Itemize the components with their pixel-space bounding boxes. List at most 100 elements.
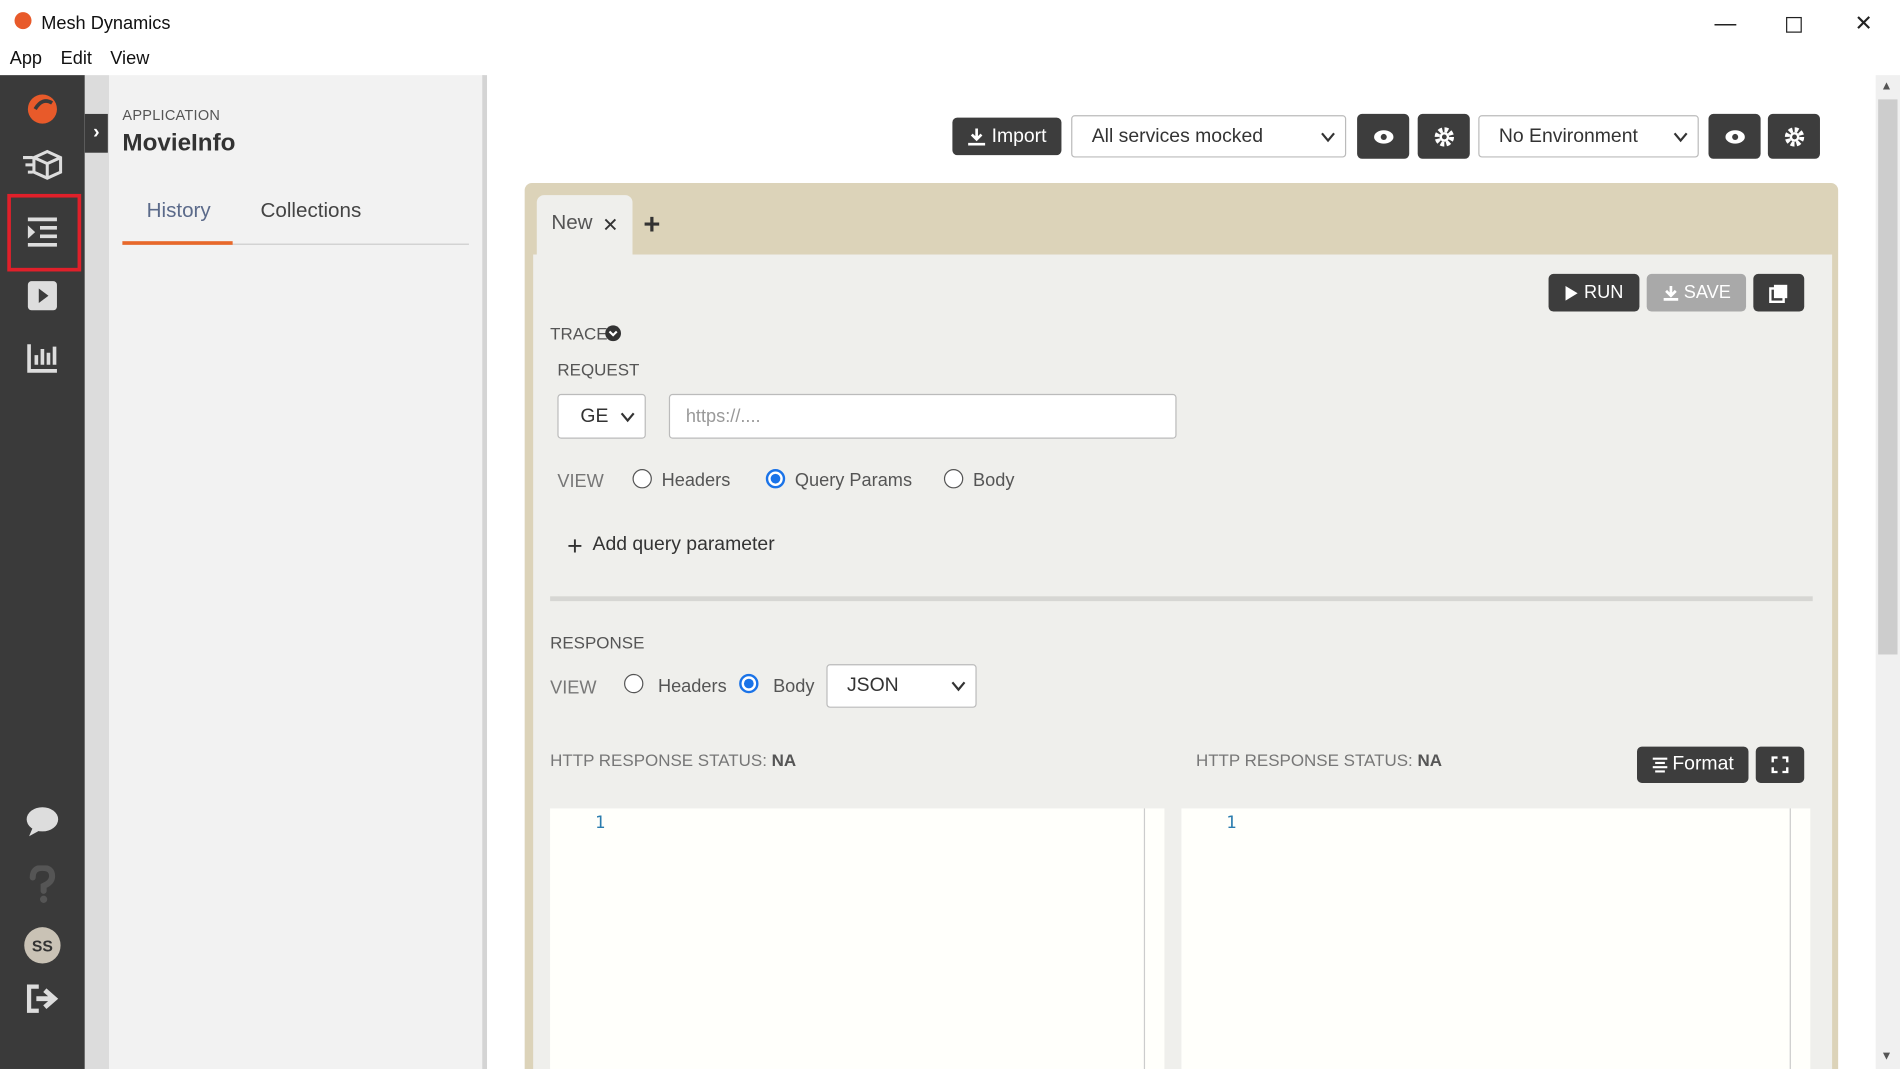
trace-label: TRACE: [550, 323, 608, 343]
tab-collections[interactable]: Collections: [261, 199, 362, 223]
response-status-right: HTTP RESPONSE STATUS: NA: [1196, 750, 1442, 769]
save-button[interactable]: SAVE: [1646, 273, 1747, 312]
chevron-down-icon: [620, 411, 635, 422]
menu-app[interactable]: App: [10, 48, 42, 69]
chat-bubble-icon[interactable]: [18, 797, 66, 845]
left-editor-line-number: 1: [594, 813, 606, 833]
gear-icon: [1434, 126, 1454, 147]
close-tab-icon[interactable]: ✕: [602, 213, 618, 237]
response-status-left-label: HTTP RESPONSE STATUS:: [550, 750, 767, 770]
download-icon: [1663, 285, 1678, 301]
user-avatar[interactable]: SS: [24, 927, 61, 964]
view-environment-button[interactable]: [1708, 113, 1761, 159]
response-view-headers-radio[interactable]: [624, 673, 644, 694]
import-icon: [968, 127, 986, 145]
app-logo-icon: [14, 12, 32, 30]
page-scroll-thumb[interactable]: [1878, 99, 1898, 655]
scroll-up-icon[interactable]: ▲: [1881, 80, 1893, 93]
expand-icon: [1771, 756, 1789, 774]
application-label: APPLICATION: [122, 106, 221, 124]
expand-panel-toggle[interactable]: ›: [84, 113, 108, 153]
import-label: Import: [991, 125, 1047, 147]
play-icon: [1565, 285, 1578, 300]
request-section-label: REQUEST: [557, 359, 640, 380]
format-label: Format: [1672, 753, 1734, 775]
eye-icon: [1724, 129, 1745, 144]
request-view-label: VIEW: [557, 471, 604, 493]
request-view-headers-radio[interactable]: [632, 469, 652, 489]
menu-view[interactable]: View: [110, 48, 149, 69]
import-button[interactable]: Import: [952, 117, 1062, 156]
gear-icon: [1784, 126, 1804, 147]
add-tab-icon[interactable]: +: [643, 208, 660, 242]
services-cube-icon[interactable]: [18, 141, 66, 189]
response-format-select[interactable]: JSON: [826, 664, 977, 708]
right-editor-scroll-edge: [1789, 808, 1791, 1069]
services-select[interactable]: All services mocked: [1071, 115, 1347, 158]
chevron-down-icon: [1321, 132, 1335, 142]
tab-history[interactable]: History: [147, 199, 211, 223]
title-bar: Mesh Dynamics — ✕: [0, 0, 1900, 47]
menu-bar: App Edit View: [0, 46, 1900, 75]
maximize-icon: [1785, 16, 1802, 33]
environment-settings-button[interactable]: [1767, 113, 1820, 159]
app-side-panel: [109, 75, 485, 1069]
add-query-parameter-button[interactable]: Add query parameter: [593, 534, 775, 556]
request-view-body-label: Body: [972, 470, 1015, 491]
url-placeholder: https://....: [685, 406, 761, 427]
response-format-value: JSON: [846, 675, 899, 696]
response-editor-right[interactable]: [1181, 808, 1811, 1069]
response-status-left-value: NA: [771, 750, 797, 770]
chevron-down-icon: [1673, 132, 1688, 142]
save-label: SAVE: [1683, 282, 1731, 303]
request-view-headers-label: Headers: [661, 470, 731, 491]
scroll-down-icon[interactable]: ▼: [1881, 1050, 1893, 1063]
view-services-button[interactable]: [1357, 113, 1410, 159]
environment-select-value: No Environment: [1498, 125, 1638, 147]
active-nav-highlight: [7, 193, 82, 272]
url-input[interactable]: https://....: [668, 393, 1177, 439]
menu-edit[interactable]: Edit: [61, 48, 92, 69]
request-view-body-radio[interactable]: [943, 469, 964, 489]
request-response-divider[interactable]: [550, 596, 1813, 602]
minimize-button[interactable]: —: [1701, 7, 1749, 39]
request-view-query-params-radio[interactable]: [765, 469, 786, 489]
response-view-label: VIEW: [550, 677, 597, 699]
environment-select[interactable]: No Environment: [1478, 115, 1699, 158]
align-center-icon: [1652, 757, 1668, 773]
services-settings-button[interactable]: [1417, 113, 1470, 159]
run-button[interactable]: RUN: [1548, 273, 1640, 312]
right-editor-line-number: 1: [1226, 813, 1237, 833]
trace-toggle-icon[interactable]: [605, 325, 622, 342]
response-view-body-radio[interactable]: [739, 673, 759, 694]
window-title: Mesh Dynamics: [41, 13, 171, 34]
copy-icon: [1769, 284, 1788, 303]
panel-gutter: [84, 75, 110, 1069]
response-status-right-value: NA: [1417, 750, 1442, 770]
response-section-label: RESPONSE: [550, 632, 645, 653]
fullscreen-button[interactable]: [1755, 746, 1805, 783]
method-select[interactable]: GE: [557, 393, 646, 439]
active-tab-underline: [122, 241, 233, 245]
method-select-value: GE: [580, 405, 609, 427]
chevron-right-icon: ›: [93, 122, 100, 144]
response-view-headers-label: Headers: [657, 676, 727, 697]
add-param-plus-icon[interactable]: +: [567, 531, 583, 563]
maximize-button[interactable]: [1769, 7, 1817, 39]
brand-logo-icon[interactable]: [18, 85, 66, 133]
duplicate-button[interactable]: [1753, 273, 1805, 312]
response-status-right-label: HTTP RESPONSE STATUS:: [1195, 750, 1413, 770]
left-editor-scroll-edge: [1143, 808, 1146, 1069]
request-view-query-params-label: Query Params: [794, 470, 913, 491]
run-label: RUN: [1583, 282, 1624, 303]
close-window-button[interactable]: ✕: [1839, 7, 1887, 39]
analytics-chart-icon[interactable]: [18, 333, 66, 381]
response-editor-left[interactable]: [550, 808, 1165, 1069]
logout-icon[interactable]: [18, 974, 66, 1022]
format-button[interactable]: Format: [1637, 746, 1749, 783]
application-name: MovieInfo: [122, 129, 236, 157]
chevron-down-icon: [951, 681, 966, 692]
replay-play-icon[interactable]: [18, 271, 66, 319]
help-question-icon[interactable]: [18, 861, 66, 909]
eye-icon: [1373, 129, 1393, 144]
